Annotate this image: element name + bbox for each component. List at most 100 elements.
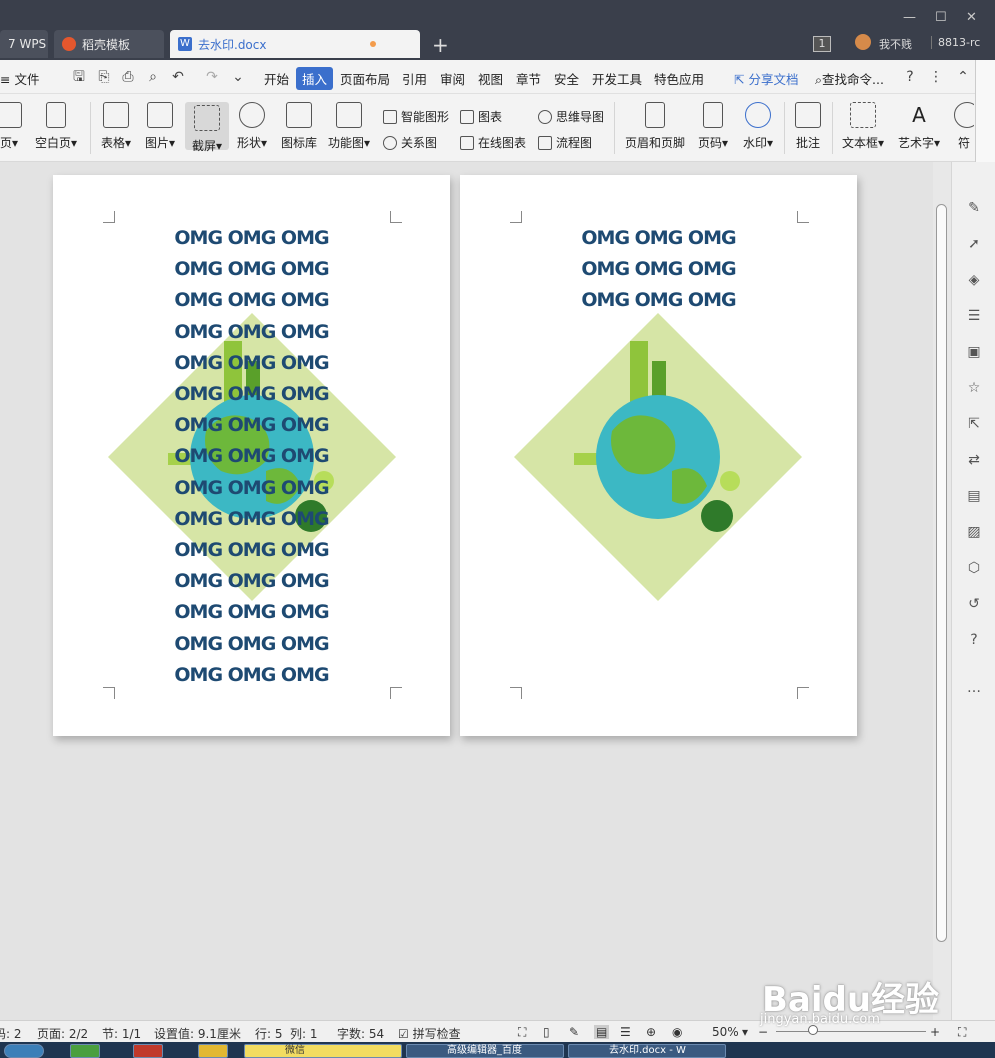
watermark-text-line: OMG OMG OMG <box>174 663 329 686</box>
ribbon-screenshot-button[interactable]: 截屏▾ <box>185 102 229 153</box>
image-icon[interactable]: ▨ <box>966 524 982 540</box>
star-icon[interactable]: ☆ <box>966 380 982 396</box>
flowchart-button[interactable]: 流程图 <box>538 134 592 151</box>
document-page-1[interactable]: OMG OMG OMG OMG OMG OMG OMG OMG OMG OMG OMG… <box>53 175 450 736</box>
tab-document[interactable]: W 去水印.docx <box>170 30 420 58</box>
document-page-2[interactable]: OMG OMG OMG OMG OMG OMG OMG OMG OMG <box>460 175 857 736</box>
zoom-chevron-down-icon[interactable]: ▾ <box>742 1025 748 1039</box>
collapse-ribbon-icon[interactable]: ⌃ <box>955 69 971 85</box>
menu-references[interactable]: 引用 <box>402 69 427 88</box>
ribbon-symbol-button[interactable]: 符 <box>954 102 974 151</box>
spell-check-button[interactable]: ☑ 拼写检查 <box>398 1025 461 1042</box>
taskbar-app-icon[interactable] <box>70 1044 100 1058</box>
taskbar-item-editor[interactable]: 高级编辑器_百度 <box>406 1044 564 1058</box>
zoom-slider[interactable] <box>776 1031 926 1032</box>
output-pdf-icon[interactable]: ⎘ <box>96 69 112 85</box>
menu-page-layout[interactable]: 页面布局 <box>340 69 390 88</box>
zoom-out-icon[interactable]: − <box>758 1025 768 1039</box>
menu-file[interactable]: ≡ 文件 <box>0 69 39 88</box>
ribbon-watermark-button[interactable]: 水印▾ <box>739 102 777 151</box>
online-chart-button[interactable]: 在线图表 <box>460 134 526 151</box>
fit-page-icon[interactable]: ⛶ <box>958 1025 966 1040</box>
ribbon-picture-button[interactable]: 图片▾ <box>142 102 178 151</box>
ribbon-table-button[interactable]: 表格▾ <box>98 102 134 151</box>
taskbar-item-wps-document[interactable]: 去水印.docx - W <box>568 1044 726 1058</box>
window-count-badge[interactable]: 1 <box>813 36 831 52</box>
menu-review[interactable]: 审阅 <box>440 69 465 88</box>
tab-wps[interactable]: 7 WPS <box>0 30 48 58</box>
undo-icon[interactable]: ↶ <box>170 69 186 85</box>
start-button[interactable] <box>4 1044 44 1058</box>
relation-chart-button[interactable]: 关系图 <box>383 134 437 151</box>
ribbon-word-art-button[interactable]: A 艺术字▾ <box>895 102 943 151</box>
eye-protection-icon[interactable]: ◉ <box>672 1025 682 1039</box>
edit-mode-icon[interactable]: ✎ <box>569 1025 579 1039</box>
ribbon-text-box-button[interactable]: 文本框▾ <box>839 102 887 151</box>
quick-access-chevron-down-icon[interactable]: ⌄ <box>230 69 246 85</box>
menu-featured[interactable]: 特色应用 <box>654 69 704 88</box>
menu-chapter[interactable]: 章节 <box>516 69 541 88</box>
ribbon-function-chart-button[interactable]: 功能图▾ <box>326 102 372 151</box>
select-cursor-icon[interactable]: ➚ <box>966 236 982 252</box>
fullscreen-icon[interactable]: ⛶ <box>518 1025 526 1040</box>
share-document-button[interactable]: ⇱ 分享文档 <box>734 69 798 88</box>
watermark-text-line: OMG OMG OMG <box>174 258 329 281</box>
scrollbar-thumb[interactable] <box>936 204 947 942</box>
close-icon[interactable]: ✕ <box>966 10 977 25</box>
find-command-button[interactable]: ⌕查找命令... <box>815 69 884 88</box>
shield-icon[interactable]: ⬡ <box>966 560 982 576</box>
zoom-level[interactable]: 50% <box>712 1025 739 1039</box>
menu-insert[interactable]: 插入 <box>296 67 334 90</box>
save-icon[interactable]: 🖫 <box>71 69 87 85</box>
ribbon-shape-button[interactable]: 形状▾ <box>234 102 270 151</box>
new-tab-button[interactable]: + <box>432 33 449 57</box>
reading-mode-icon[interactable]: ▯ <box>543 1025 550 1039</box>
pen-icon[interactable]: ✎ <box>966 200 982 216</box>
username[interactable]: 我不贱 <box>879 36 912 52</box>
status-page[interactable]: 页面: 2/2 <box>37 1025 88 1042</box>
translate-icon[interactable]: ⇄ <box>966 452 982 468</box>
chrome-icon[interactable] <box>198 1044 228 1058</box>
print-preview-icon[interactable]: ⌕ <box>145 69 161 85</box>
ribbon-icon-library-button[interactable]: 图标库 <box>279 102 319 151</box>
settings-sliders-icon[interactable]: ☰ <box>966 308 982 324</box>
zoom-in-icon[interactable]: + <box>930 1025 940 1039</box>
outline-view-icon[interactable]: ☰ <box>620 1025 631 1039</box>
ribbon-page-button[interactable]: 页▾ <box>0 102 24 151</box>
more-icon[interactable]: ⋮ <box>928 69 944 85</box>
help-icon[interactable]: ? <box>902 69 918 85</box>
web-view-icon[interactable]: ⊕ <box>646 1025 656 1039</box>
status-word-count[interactable]: 字数: 54 <box>337 1025 384 1042</box>
shapes-icon[interactable]: ◈ <box>966 272 982 288</box>
taskbar-app-icon[interactable] <box>133 1044 163 1058</box>
share-icon[interactable]: ⇱ <box>966 416 982 432</box>
menu-home[interactable]: 开始 <box>264 69 289 88</box>
archive-icon[interactable]: ▤ <box>966 488 982 504</box>
menu-security[interactable]: 安全 <box>554 69 579 88</box>
maximize-icon[interactable]: ☐ <box>935 10 947 25</box>
chart-button[interactable]: 图表 <box>460 108 502 125</box>
vertical-scrollbar[interactable] <box>933 162 951 1020</box>
menu-view[interactable]: 视图 <box>478 69 503 88</box>
menu-developer[interactable]: 开发工具 <box>592 69 642 88</box>
watermark-text-line: OMG OMG OMG <box>581 258 736 281</box>
mind-map-button[interactable]: 思维导图 <box>538 108 604 125</box>
word-art-icon: A <box>912 103 926 127</box>
ribbon-page-number-button[interactable]: 页码▾ <box>694 102 732 151</box>
status-column: 列: 1 <box>290 1027 318 1041</box>
taskbar-item-wechat[interactable]: 微信 <box>244 1044 402 1058</box>
ribbon-blank-page-button[interactable]: 空白页▾ <box>32 102 80 151</box>
smart-art-button[interactable]: 智能图形 <box>383 108 449 125</box>
more-horizontal-icon[interactable]: … <box>966 680 982 696</box>
ribbon-header-footer-button[interactable]: 页眉和页脚 <box>622 102 688 151</box>
redo-icon[interactable]: ↷ <box>204 69 220 85</box>
history-icon[interactable]: ↺ <box>966 596 982 612</box>
minimize-icon[interactable]: — <box>903 10 916 25</box>
ribbon-comment-button[interactable]: 批注 <box>792 102 824 151</box>
tab-template[interactable]: 稻壳模板 <box>54 30 164 58</box>
gallery-icon[interactable]: ▣ <box>966 344 982 360</box>
help-circle-icon[interactable]: ? <box>966 632 982 648</box>
page-view-icon[interactable]: ▤ <box>594 1025 610 1039</box>
print-icon[interactable]: ⎙ <box>120 69 136 85</box>
avatar[interactable] <box>855 34 871 50</box>
